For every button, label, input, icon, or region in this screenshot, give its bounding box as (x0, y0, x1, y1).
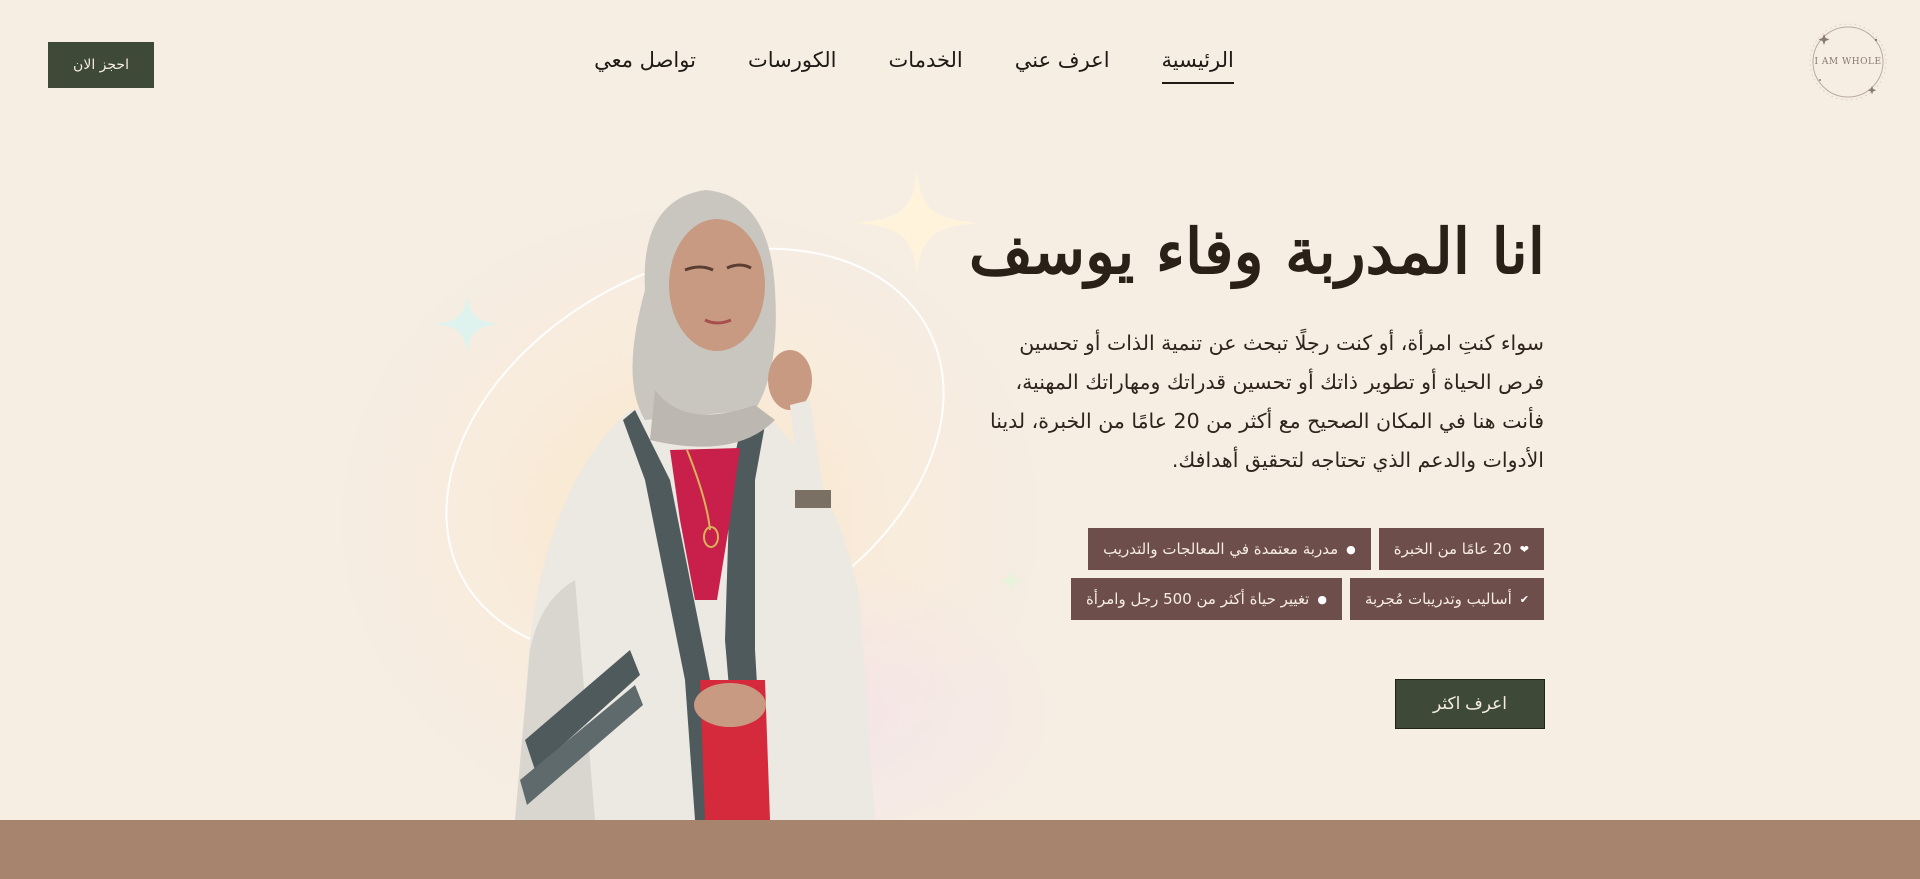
nav-item-about[interactable]: اعرف عني (1015, 48, 1110, 82)
book-now-button[interactable]: احجز الان (48, 42, 154, 88)
feature-badge-label: تغيير حياة أكثر من 500 رجل وامرأة (1085, 590, 1310, 608)
nav-item-services[interactable]: الخدمات (889, 48, 963, 82)
nav-item-courses[interactable]: الكورسات (748, 48, 837, 82)
feature-badge-label: أساليب وتدريبات مُجربة (1364, 590, 1512, 608)
site-header: I AM WHOLE الرئيسية اعرف عني الخدمات الك… (0, 0, 1920, 110)
hero-description: سواء كنتِ امرأة، أو كنت رجلًا تبحث عن تن… (990, 331, 1544, 472)
main-nav: الرئيسية اعرف عني الخدمات الكورسات تواصل… (0, 48, 1920, 84)
feature-badges: ❤ 20 عامًا من الخبرة ● مدربة معتمدة في ا… (1024, 528, 1544, 620)
heart-icon: ❤ (1519, 542, 1529, 556)
feature-badge: ● تغيير حياة أكثر من 500 رجل وامرأة (1070, 578, 1342, 620)
feature-badge: ✔ أساليب وتدريبات مُجربة (1349, 578, 1544, 620)
next-section-bar (0, 820, 1920, 879)
check-icon: ✔ (1519, 592, 1529, 606)
dot-icon: ● (1346, 542, 1356, 556)
learn-more-button[interactable]: اعرف اكثر (1395, 679, 1545, 729)
feature-badge: ❤ 20 عامًا من الخبرة (1378, 528, 1544, 570)
dot-icon: ● (1317, 592, 1327, 606)
nav-item-home[interactable]: الرئيسية (1161, 48, 1234, 84)
feature-badge-label: مدربة معتمدة في المعالجات والتدريب (1103, 540, 1339, 558)
sparkle-small-icon (998, 568, 1024, 594)
nav-item-contact[interactable]: تواصل معي (594, 48, 696, 82)
feature-badge: ● مدربة معتمدة في المعالجات والتدريب (1088, 528, 1371, 570)
hero-title: انا المدربة وفاء يوسف (968, 215, 1545, 288)
feature-badge-label: 20 عامًا من الخبرة (1393, 540, 1512, 558)
